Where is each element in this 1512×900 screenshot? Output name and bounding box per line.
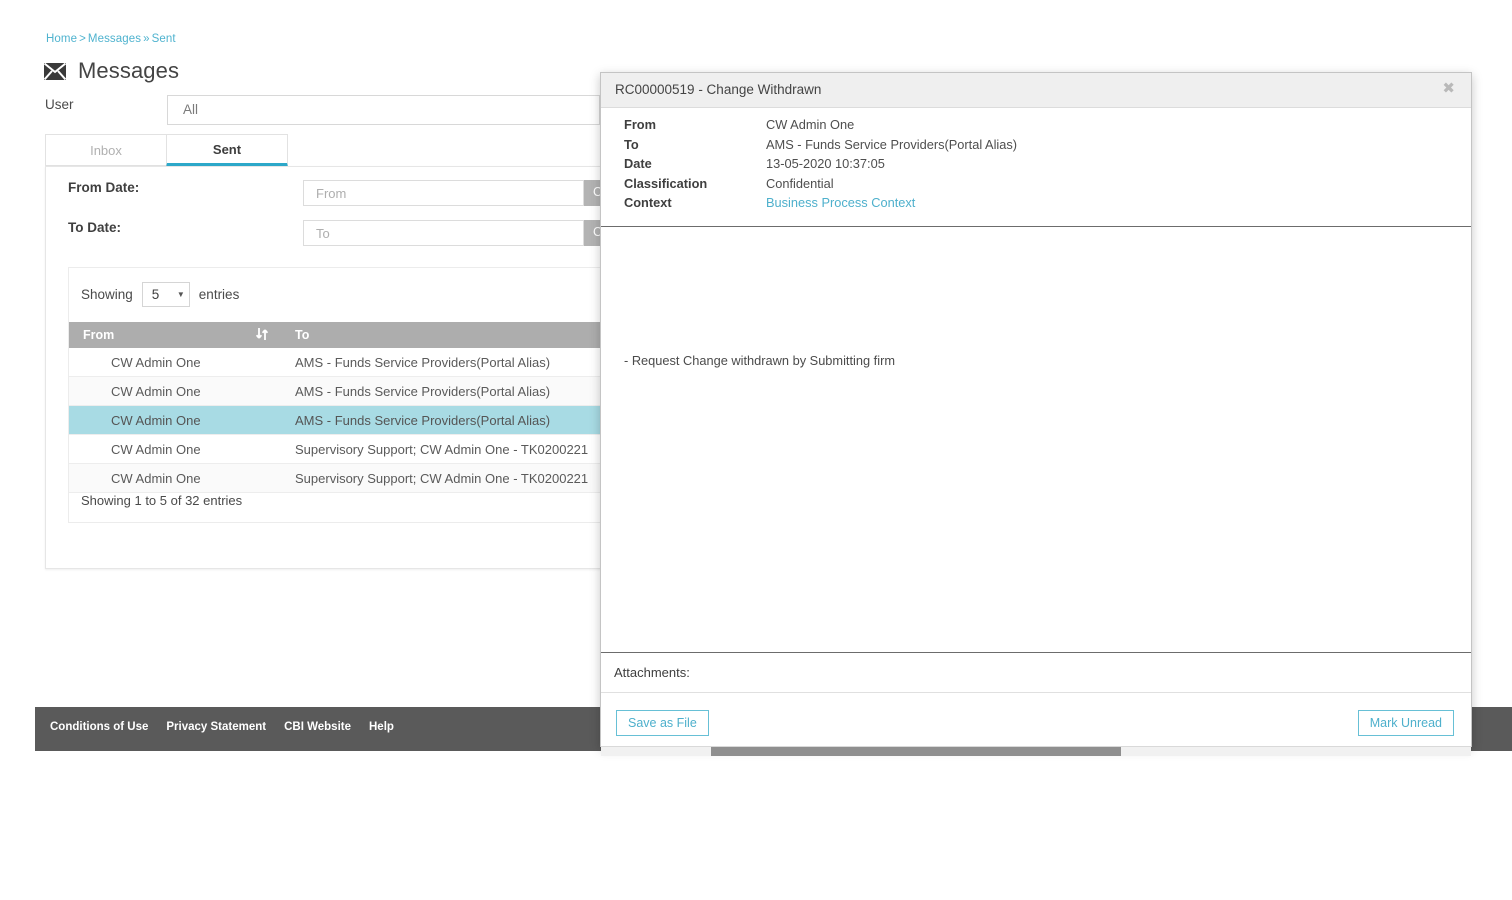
breadcrumb: Home > Messages» Sent — [46, 33, 176, 45]
meta-row-to: To AMS - Funds Service Providers(Portal … — [624, 135, 1017, 155]
cell-from: CW Admin One — [69, 405, 281, 435]
tabs: Inbox Sent — [45, 134, 288, 167]
breadcrumb-home[interactable]: Home — [46, 33, 77, 45]
breadcrumb-sent[interactable]: Sent — [152, 33, 176, 45]
meta-label-classification: Classification — [624, 175, 708, 191]
meta-label-from: From — [624, 117, 656, 133]
scrollbar-thumb[interactable] — [711, 747, 1121, 756]
save-as-file-button[interactable]: Save as File — [616, 710, 709, 736]
meta-value-classification: Confidential — [766, 175, 834, 191]
footer-links: Conditions of Use Privacy Statement CBI … — [50, 721, 394, 733]
user-select[interactable]: All — [167, 95, 600, 125]
meta-row-context: Context Business Process Context — [624, 193, 1017, 213]
meta-label-context: Context — [624, 195, 672, 211]
mail-icon — [44, 62, 66, 80]
modal-header: RC00000519 - Change Withdrawn ✖ — [601, 73, 1471, 108]
mark-unread-button[interactable]: Mark Unread — [1357, 710, 1454, 736]
breadcrumb-separator-2: » — [143, 33, 150, 45]
cell-from: CW Admin One — [69, 348, 281, 377]
message-detail-modal: RC00000519 - Change Withdrawn ✖ From CW … — [600, 72, 1472, 747]
meta-row-date: Date 13-05-2020 10:37:05 — [624, 154, 1017, 174]
user-label: User — [45, 97, 74, 112]
entries-select[interactable]: 5 ▼ — [141, 282, 190, 307]
meta-value-context-link[interactable]: Business Process Context — [766, 195, 915, 210]
footer-link-help[interactable]: Help — [369, 721, 394, 733]
modal-title: RC00000519 - Change Withdrawn — [615, 82, 822, 97]
modal-horizontal-scrollbar[interactable] — [601, 746, 1471, 756]
breadcrumb-separator-1: > — [79, 33, 86, 45]
meta-value-from: CW Admin One — [766, 117, 855, 133]
breadcrumb-messages[interactable]: Messages — [88, 33, 141, 45]
page-root: Home > Messages» Sent Messages User All Inb… — [0, 0, 1512, 760]
to-date-label: To Date: — [68, 220, 121, 235]
tab-inbox[interactable]: Inbox — [45, 134, 167, 166]
cell-from: CW Admin One — [69, 463, 281, 493]
page-title-wrap: Messages — [44, 58, 179, 84]
entries-select-value: 5 — [151, 287, 160, 302]
meta-value-date: 13-05-2020 10:37:05 — [766, 156, 885, 172]
meta-value-to: AMS - Funds Service Providers(Portal Ali… — [766, 136, 1018, 152]
sort-icon[interactable] — [255, 327, 269, 342]
from-date-label: From Date: — [68, 180, 140, 195]
from-date-input[interactable]: From — [303, 180, 584, 206]
close-icon[interactable]: ✖ — [1442, 81, 1455, 96]
chevron-down-icon: ▼ — [176, 289, 185, 299]
message-meta: From CW Admin One To AMS - Funds Service… — [624, 115, 1017, 213]
message-body: - Request Change withdrawn by Submitting… — [601, 227, 1471, 653]
entries-control: Showing 5 ▼ entries — [81, 282, 239, 307]
meta-row-classification: Classification Confidential — [624, 174, 1017, 194]
page-title: Messages — [78, 58, 180, 83]
meta-label-to: To — [624, 136, 639, 152]
attachments-section: Attachments: — [601, 653, 1471, 693]
entries-suffix-label: entries — [198, 287, 240, 302]
cell-from: CW Admin One — [69, 434, 281, 464]
modal-footer: Save as File Mark Unread — [601, 693, 1471, 741]
message-body-text: - Request Change withdrawn by Submitting… — [624, 353, 895, 368]
meta-row-from: From CW Admin One — [624, 115, 1017, 135]
cell-from: CW Admin One — [69, 376, 281, 406]
meta-label-date: Date — [624, 156, 652, 172]
footer-link-conditions-of-use[interactable]: Conditions of Use — [50, 721, 148, 733]
to-date-input[interactable]: To — [303, 220, 584, 246]
column-header-from[interactable]: From — [69, 322, 281, 348]
footer-link-privacy-statement[interactable]: Privacy Statement — [166, 721, 266, 733]
table-entries-summary: Showing 1 to 5 of 32 entries — [81, 493, 243, 508]
attachments-label: Attachments: — [614, 665, 690, 680]
tab-sent[interactable]: Sent — [166, 134, 288, 167]
column-header-from-label: From — [83, 328, 115, 342]
showing-label: Showing — [81, 287, 133, 302]
footer-link-cbi-website[interactable]: CBI Website — [284, 721, 351, 733]
